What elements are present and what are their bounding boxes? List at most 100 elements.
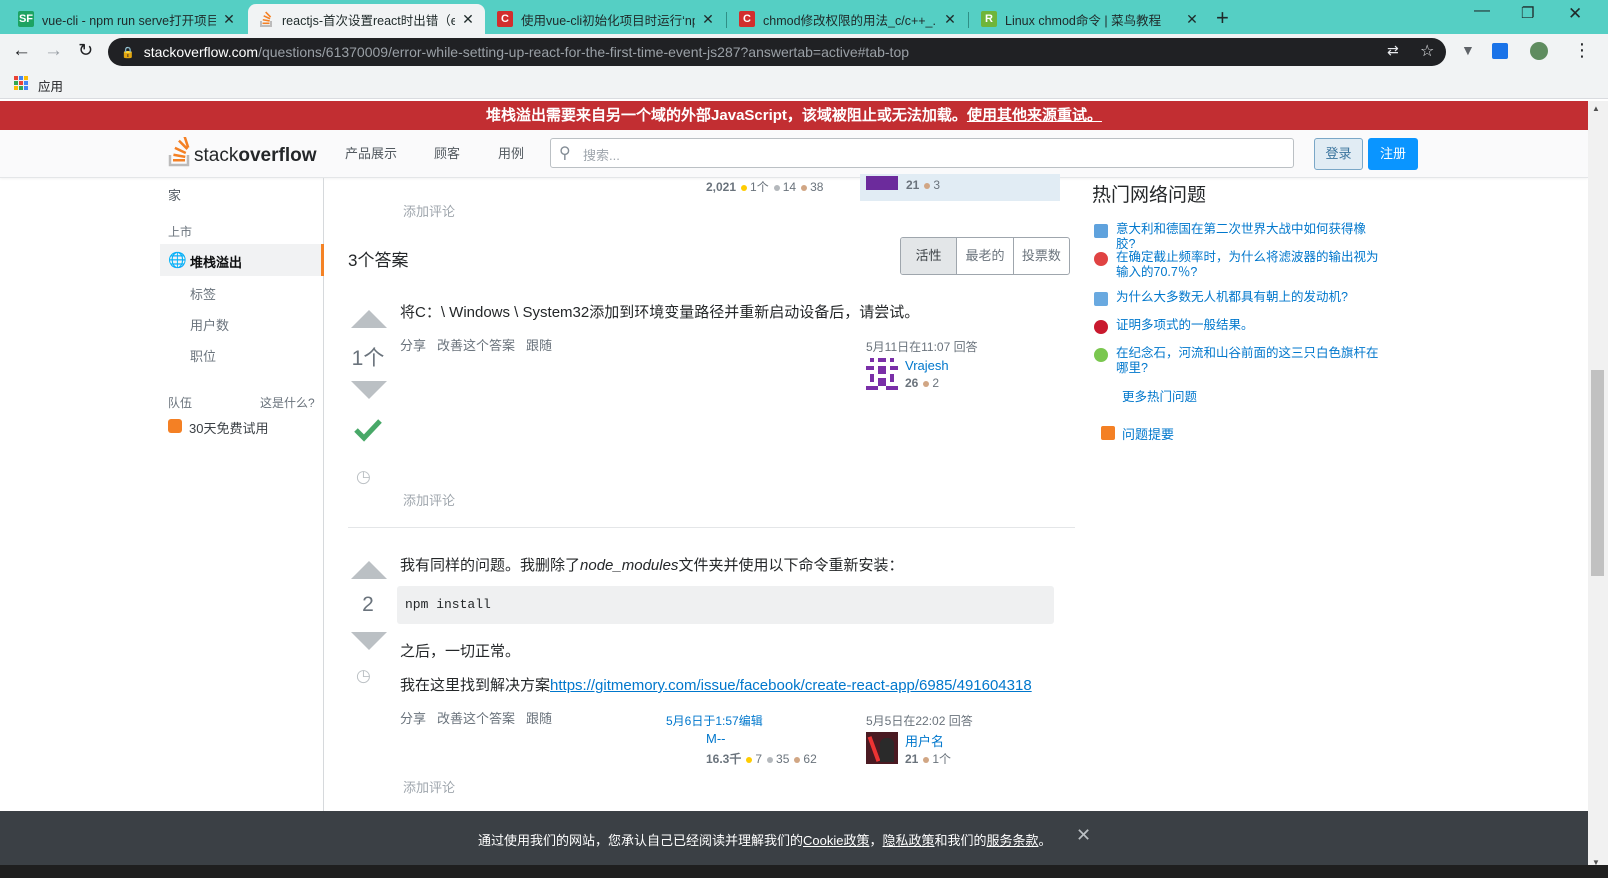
hot-question-item[interactable]: 意大利和德国在第二次世界大战中如何获得橡胶? — [1094, 222, 1384, 252]
share-link[interactable]: 分享 — [400, 711, 426, 726]
bookmark-star-icon[interactable]: ☆ — [1420, 41, 1434, 61]
answer-1-add-comment-link[interactable]: 添加评论 — [403, 490, 455, 509]
site-travel-icon — [1094, 348, 1108, 362]
nav-users[interactable]: 用户数 — [190, 315, 229, 334]
restore-window-icon[interactable]: ❐ — [1521, 4, 1534, 22]
lock-icon: 🔒 — [121, 46, 135, 59]
bronze-badge-icon — [923, 756, 930, 763]
page-scrollbar-thumb[interactable] — [1591, 370, 1604, 576]
browser-tab-5[interactable]: R Linux chmod命令 | 菜鸟教程 ✕ — [971, 4, 1209, 34]
minimize-window-icon[interactable]: — — [1474, 2, 1490, 20]
reload-icon[interactable]: ↻ — [78, 40, 93, 61]
logo-text-overflow: overflow — [238, 145, 317, 166]
sort-oldest-tab[interactable]: 最老的 — [957, 238, 1014, 274]
close-tab-icon[interactable]: ✕ — [1185, 11, 1199, 28]
nav-products[interactable]: 产品展示 — [345, 143, 397, 162]
question-add-comment-link[interactable]: 添加评论 — [403, 201, 455, 220]
tab-title: chmod修改权限的用法_c/c++_... — [763, 13, 937, 28]
user-avatar-vrajesh[interactable] — [866, 358, 898, 390]
history-clock-icon[interactable]: ◷ — [356, 666, 371, 686]
hot-question-item[interactable]: 为什么大多数无人机都具有朝上的发动机? — [1094, 290, 1384, 306]
search-input[interactable]: ⚲ 搜索... — [550, 138, 1294, 168]
answer-2-user-name[interactable]: 用户名 — [905, 731, 944, 750]
answer-2-edited-link[interactable]: 5月6日于1:57编辑 — [666, 712, 763, 729]
solution-link[interactable]: https://gitmemory.com/issue/facebook/cre… — [550, 677, 1032, 694]
browser-tab-4[interactable]: C chmod修改权限的用法_c/c++_... ✕ — [729, 4, 967, 34]
extension-save-icon[interactable] — [1492, 43, 1508, 59]
apps-grid-icon[interactable] — [14, 76, 28, 90]
nav-tags[interactable]: 标签 — [190, 284, 216, 303]
privacy-policy-link[interactable]: 隐私政策 — [883, 833, 935, 848]
scroll-up-arrow-icon[interactable]: ▲ — [1592, 104, 1600, 113]
translate-icon[interactable]: ⇄ — [1387, 42, 1399, 59]
close-tab-icon[interactable]: ✕ — [943, 11, 957, 28]
extension-vue-icon[interactable]: ▼ — [1461, 42, 1475, 58]
upvote-arrow-icon[interactable] — [351, 310, 387, 328]
more-hot-questions-link[interactable]: 更多热门问题 — [1122, 386, 1197, 405]
answer-2-answered-time: 5月5日在22:02 回答 — [866, 714, 973, 728]
history-clock-icon[interactable]: ◷ — [356, 467, 371, 487]
back-arrow-icon[interactable]: ← — [12, 40, 31, 62]
browser-tab-3[interactable]: C 使用vue-cli初始化项目时运行‘np... ✕ — [487, 4, 725, 34]
follow-link[interactable]: 跟随 — [526, 338, 552, 353]
improve-answer-link[interactable]: 改善这个答案 — [437, 338, 515, 353]
hot-network-questions-title: 热门网络问题 — [1092, 185, 1207, 206]
cookie-text-mid: 和我们的 — [934, 833, 987, 848]
cookie-policy-link[interactable]: Cookie政策 — [803, 833, 869, 848]
answer-2-text-pre: 我有同样的问题。我删除了 — [400, 557, 581, 574]
forward-arrow-icon[interactable]: → — [44, 40, 63, 62]
upvote-arrow-icon[interactable] — [351, 561, 387, 579]
nav-customers[interactable]: 顾客 — [434, 143, 460, 162]
answer-2-user-reputation: 21 1个 — [905, 750, 951, 767]
nav-use-cases[interactable]: 用例 — [498, 143, 524, 162]
close-tab-icon[interactable]: ✕ — [461, 11, 475, 28]
js-warning-banner: 堆栈溢出需要来自另一个域的外部JavaScript，该域被阻止或无法加载。使用其… — [0, 101, 1588, 130]
answer-2-body-intro: 我有同样的问题。我删除了node_modules文件夹并使用以下命令重新安装： — [400, 554, 903, 575]
profile-avatar[interactable] — [1530, 42, 1548, 60]
login-button[interactable]: 登录 — [1314, 138, 1363, 170]
hot-question-item[interactable]: 证明多项式的一般结果。 — [1094, 318, 1384, 334]
browser-tab-1[interactable]: SF vue-cli - npm run serve打开项目... ✕ — [8, 4, 246, 34]
nav-home[interactable]: 家 — [168, 185, 181, 204]
close-tab-icon[interactable]: ✕ — [222, 11, 236, 28]
teams-trial-link[interactable]: 30天免费试用 — [189, 418, 268, 437]
csdn-favicon-icon: C — [497, 11, 513, 27]
cookie-text-pre: 通过使用我们的网站，您承认自己已经阅读并理解我们的 — [478, 833, 804, 848]
address-bar[interactable]: 🔒 stackoverflow.com/questions/61370009/e… — [108, 38, 1446, 66]
answer-2-add-comment-link[interactable]: 添加评论 — [403, 777, 455, 796]
editor-avatar[interactable] — [866, 176, 898, 190]
sort-votes-tab[interactable]: 投票数 — [1014, 238, 1069, 274]
bronze-badge-icon — [801, 184, 808, 191]
nav-jobs[interactable]: 职位 — [190, 346, 216, 365]
retry-link[interactable]: 使用其他来源重试。 — [967, 107, 1102, 124]
new-tab-plus-icon[interactable]: + — [1216, 5, 1229, 31]
user-avatar-photo[interactable] — [866, 732, 898, 764]
browser-tab-2-active[interactable]: reactjs-首次设置react时出错（e... ✕ — [248, 4, 485, 34]
share-link[interactable]: 分享 — [400, 338, 426, 353]
warning-text: 堆栈溢出需要来自另一个域的外部JavaScript，该域被阻止或无法加载。 — [486, 107, 967, 124]
teams-whats-this-link[interactable]: 这是什么? — [260, 394, 315, 411]
register-button[interactable]: 注册 — [1368, 138, 1418, 170]
improve-answer-link[interactable]: 改善这个答案 — [437, 711, 515, 726]
downvote-arrow-icon[interactable] — [351, 381, 387, 399]
question-feed-link[interactable]: 问题提要 — [1122, 424, 1174, 443]
answer-2-editor-name[interactable]: M-- — [706, 731, 726, 746]
downvote-arrow-icon[interactable] — [351, 632, 387, 650]
answer-1-user-name[interactable]: Vrajesh — [905, 358, 949, 373]
hot-question-item[interactable]: 在确定截止频率时，为什么将滤波器的输出视为输入的70.7％? — [1094, 250, 1384, 280]
close-tab-icon[interactable]: ✕ — [701, 11, 715, 28]
cookie-text-end: 。 — [1038, 833, 1052, 848]
close-window-icon[interactable]: ✕ — [1568, 4, 1582, 24]
sort-active-tab[interactable]: 活性 — [901, 238, 958, 274]
logo-text-stack: stack — [194, 145, 239, 166]
hot-question-item[interactable]: 在纪念石，河流和山谷前面的这三只白色旗杆在哪里? — [1094, 346, 1384, 376]
follow-link[interactable]: 跟随 — [526, 711, 552, 726]
nav-stackoverflow[interactable]: 🌐 堆栈溢出 — [160, 244, 324, 276]
close-cookie-icon[interactable]: ✕ — [1076, 825, 1091, 846]
stackoverflow-logo[interactable]: stack overflow — [168, 137, 316, 167]
menu-kebab-icon[interactable]: ⋮ — [1573, 40, 1591, 61]
terms-of-service-link[interactable]: 服务条款 — [987, 833, 1039, 848]
bookmark-apps-label[interactable]: 应用 — [38, 76, 63, 95]
silver-badge-icon — [773, 184, 780, 191]
bronze-badge-icon — [794, 756, 801, 763]
